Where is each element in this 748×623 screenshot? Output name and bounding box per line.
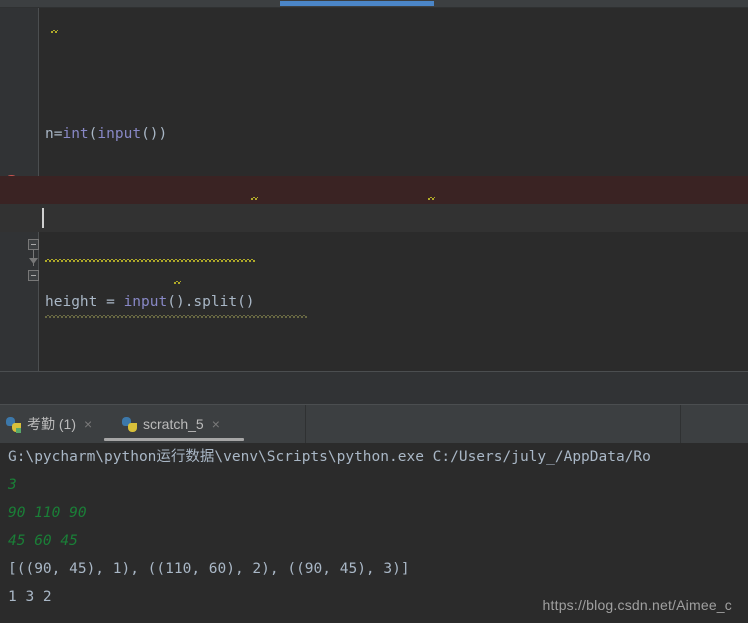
comma-warning-2 <box>428 197 435 201</box>
code-line-2[interactable]: height = input().split() <box>45 288 748 316</box>
console-line-input-2: 90 110 90 <box>8 505 87 521</box>
tab-label: scratch_5 <box>143 416 204 432</box>
fold-marker-def[interactable] <box>28 239 39 250</box>
console-line-output-1: [((90, 45), 1), ((110, 60), 2), ((90, 45… <box>8 561 410 577</box>
close-icon[interactable]: × <box>212 417 220 431</box>
console-command-line: G:\pycharm\python运行数据\venv\Scripts\pytho… <box>8 449 651 465</box>
python-file-icon <box>6 416 21 433</box>
comma-warning-1 <box>251 197 258 201</box>
horizontal-scrollbar-thumb[interactable] <box>280 1 434 6</box>
python-file-icon <box>122 416 137 432</box>
fold-marker-return[interactable] <box>28 270 39 281</box>
pycharm-window: n=int(input()) height = input().split() … <box>0 0 748 623</box>
text-caret <box>42 208 44 228</box>
def-warning-squiggle <box>45 259 255 262</box>
run-console[interactable]: G:\pycharm\python运行数据\venv\Scripts\pytho… <box>0 443 748 623</box>
tabbar-divider <box>305 405 306 443</box>
tabbar-divider <box>680 405 681 443</box>
console-line-input-3: 45 60 45 <box>8 533 78 549</box>
console-line-output-2: 1 3 2 <box>8 589 52 605</box>
warning-squiggle <box>51 30 58 34</box>
code-line-1[interactable]: n=int(input()) <box>45 120 748 148</box>
run-toolwindow-header <box>0 372 748 405</box>
active-tab-indicator <box>104 438 244 441</box>
comma-warning-3 <box>174 281 181 285</box>
code-text[interactable]: n=int(input()) height = input().split() … <box>42 8 748 371</box>
editor-horizontal-scrollbar[interactable] <box>0 0 748 8</box>
run-configuration-tabbar[interactable]: 考勤 (1) × scratch_5 × <box>0 405 748 443</box>
tab-label: 考勤 (1) <box>27 416 76 432</box>
close-icon[interactable]: × <box>84 417 92 431</box>
watermark: https://blog.csdn.net/Aimee_c <box>542 597 732 613</box>
code-editor[interactable]: n=int(input()) height = input().split() … <box>0 8 748 371</box>
console-line-input-1: 3 <box>8 477 17 493</box>
arr2-warning-squiggle <box>45 315 307 318</box>
tab-kaoqin[interactable]: 考勤 (1) × <box>2 405 96 443</box>
